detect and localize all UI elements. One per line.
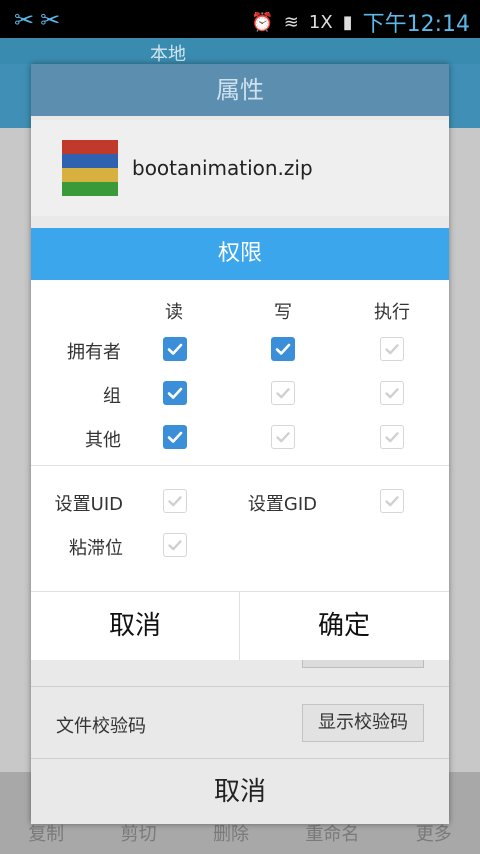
- group-execute-checkbox[interactable]: [380, 381, 404, 405]
- permissions-cancel-button[interactable]: 取消: [31, 592, 239, 660]
- set-uid-label: 设置UID: [54, 494, 123, 515]
- path-bar: 本地: [0, 38, 480, 65]
- owner-read-checkbox[interactable]: [163, 337, 187, 361]
- status-bar: ✂✂ ⏰ ≋ 1X ▮ 下午12:14: [0, 0, 480, 38]
- file-info-row: bootanimation.zip: [31, 120, 449, 216]
- owner-execute-checkbox[interactable]: [380, 337, 404, 361]
- alarm-icon: ⏰: [251, 11, 274, 33]
- network-type: 1X: [308, 11, 333, 33]
- properties-cancel-button[interactable]: 取消: [31, 758, 449, 825]
- row-group-label: 组: [103, 386, 121, 407]
- path-label: 本地: [150, 44, 186, 65]
- owner-write-checkbox[interactable]: [271, 337, 295, 361]
- row-others-label: 其他: [85, 430, 121, 451]
- set-uid-checkbox[interactable]: [163, 489, 187, 513]
- permissions-ok-button[interactable]: 确定: [240, 592, 448, 660]
- file-name: bootanimation.zip: [132, 156, 313, 180]
- set-gid-label: 设置GID: [247, 494, 317, 515]
- sticky-bit-label: 粘滞位: [69, 538, 123, 559]
- permissions-title: 权限: [31, 228, 449, 280]
- others-execute-checkbox[interactable]: [380, 425, 404, 449]
- checksum-label: 文件校验码: [56, 716, 146, 737]
- wifi-icon: ≋: [283, 11, 299, 33]
- show-checksum-button[interactable]: 显示校验码: [302, 704, 424, 742]
- scissors-notification-icons: ✂✂: [14, 6, 67, 34]
- set-gid-checkbox[interactable]: [380, 489, 404, 513]
- group-write-checkbox[interactable]: [271, 381, 295, 405]
- column-write: 写: [274, 302, 292, 323]
- group-read-checkbox[interactable]: [163, 381, 187, 405]
- column-execute: 执行: [374, 302, 410, 323]
- battery-icon: ▮: [342, 11, 353, 33]
- row-owner-label: 拥有者: [67, 342, 121, 363]
- others-read-checkbox[interactable]: [163, 425, 187, 449]
- properties-title: 属性: [31, 64, 449, 116]
- others-write-checkbox[interactable]: [271, 425, 295, 449]
- clock: 下午12:14: [362, 12, 470, 37]
- column-read: 读: [165, 302, 183, 323]
- sticky-bit-checkbox[interactable]: [163, 533, 187, 557]
- zip-archive-icon: [62, 140, 118, 196]
- permissions-dialog: 权限 读 写 执行 拥有者 组 其他 设置UID 设置GID 粘滞位 取消 确定: [31, 228, 449, 660]
